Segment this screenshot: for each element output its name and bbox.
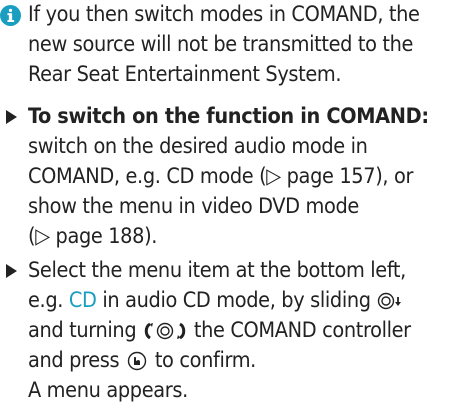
step-select-menu-item: Select the menu item at the bottom left,… — [28, 256, 461, 406]
step-heading: To switch on the function in COMAND: — [28, 104, 429, 129]
note-line-2: new source will not be transmitted to th… — [28, 32, 414, 57]
controller-turn-icon — [144, 322, 186, 340]
note-line-3: Rear Seat Entertainment System. — [28, 62, 342, 87]
info-note: If you then switch modes in COMAND, the … — [28, 0, 461, 90]
arrow-right-icon — [6, 264, 17, 278]
step1-line-4: show the menu in video DVD mode — [28, 194, 359, 219]
controller-press-icon — [127, 351, 147, 371]
step1-line-2: switch on the desired audio mode in — [28, 134, 368, 159]
controller-slide-down-icon — [377, 292, 401, 310]
note-line-1: If you then switch modes in COMAND, the — [28, 2, 420, 27]
manual-page: If you then switch modes in COMAND, the … — [0, 0, 469, 407]
step1-line-5: (▷ page 188). — [28, 224, 158, 249]
step2-line-1: Select the menu item at the bottom left, — [28, 258, 406, 283]
step1-line-3: COMAND, e.g. CD mode (▷ page 157), or — [28, 164, 414, 189]
step-switch-on: To switch on the function in COMAND: swi… — [28, 102, 461, 252]
menu-item-cd: CD — [68, 288, 97, 313]
info-icon — [0, 5, 21, 26]
arrow-right-icon — [6, 110, 17, 124]
step2-result: A menu appears. — [28, 378, 188, 403]
